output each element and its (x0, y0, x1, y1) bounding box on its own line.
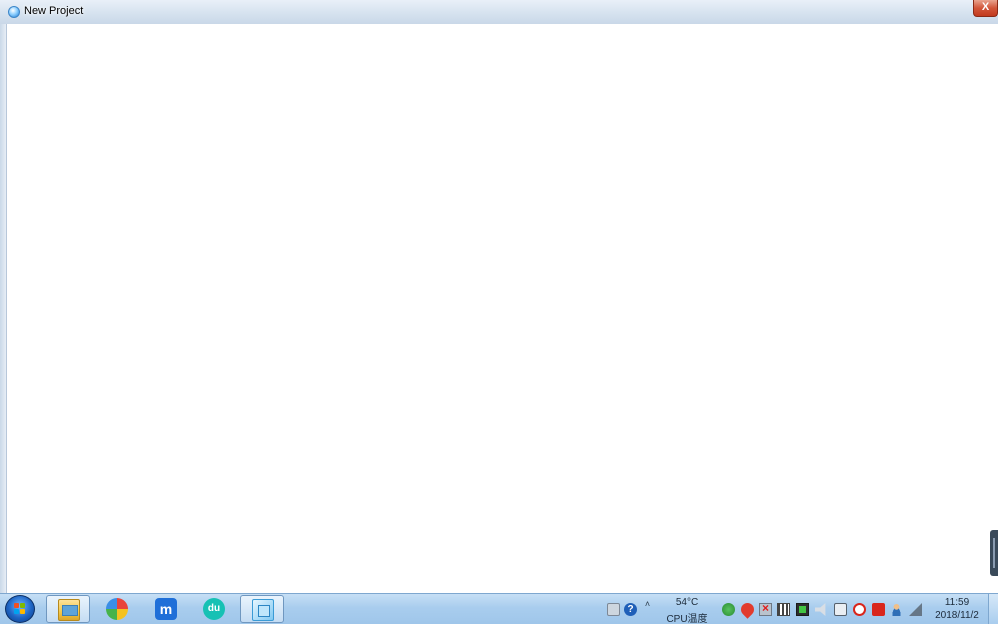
window-client-area[interactable] (7, 24, 998, 593)
blocked-icon[interactable] (853, 603, 866, 616)
taskbar: m du ? ˄ 54°C CPU温度 11:59 2018/11/2 (0, 593, 998, 625)
network-disconnected-icon[interactable] (759, 601, 772, 616)
keyboard-icon[interactable] (607, 603, 620, 616)
taskbar-app-music[interactable]: du (192, 595, 236, 623)
chevron-up-icon[interactable]: ˄ (641, 598, 654, 611)
phone-device-icon[interactable] (834, 603, 847, 616)
windows-logo-icon (14, 603, 26, 615)
title-bar[interactable]: New Project X (0, 0, 998, 25)
app-window: New Project X (0, 0, 998, 593)
clock-date[interactable]: 2018/11/2 (930, 610, 984, 621)
show-desktop-button[interactable] (988, 594, 998, 624)
user-icon[interactable] (890, 603, 903, 616)
qr-code-icon[interactable] (777, 603, 790, 616)
folder-icon (58, 599, 80, 621)
cube-icon (252, 599, 274, 621)
window-title: New Project (24, 5, 84, 17)
clock-time[interactable]: 11:59 (930, 597, 984, 608)
start-button[interactable] (5, 595, 35, 623)
browser-360-icon (106, 598, 128, 620)
taskbar-app-maxthon[interactable]: m (144, 595, 188, 623)
speaker-icon[interactable] (815, 603, 826, 616)
maxthon-icon: m (155, 598, 177, 620)
security-shield-icon[interactable] (722, 603, 735, 616)
app-icon (8, 6, 20, 18)
taskbar-app-explorer[interactable] (46, 595, 90, 623)
headphones-icon: du (203, 598, 225, 620)
monitor-app-icon[interactable] (796, 603, 809, 616)
taskbar-app-360-browser[interactable] (95, 595, 139, 623)
cpu-temperature: 54°C (675, 597, 699, 608)
close-button[interactable]: X (973, 0, 998, 17)
signal-strength-icon[interactable] (909, 603, 922, 616)
window-left-border (0, 24, 7, 593)
help-icon[interactable]: ? (624, 603, 637, 616)
red-drop-icon[interactable] (738, 600, 757, 619)
cpu-temperature-label: CPU温度 (666, 614, 708, 625)
red-app-icon[interactable] (872, 603, 885, 616)
taskbar-app-new-project[interactable] (240, 595, 284, 623)
side-handle[interactable] (990, 530, 998, 576)
